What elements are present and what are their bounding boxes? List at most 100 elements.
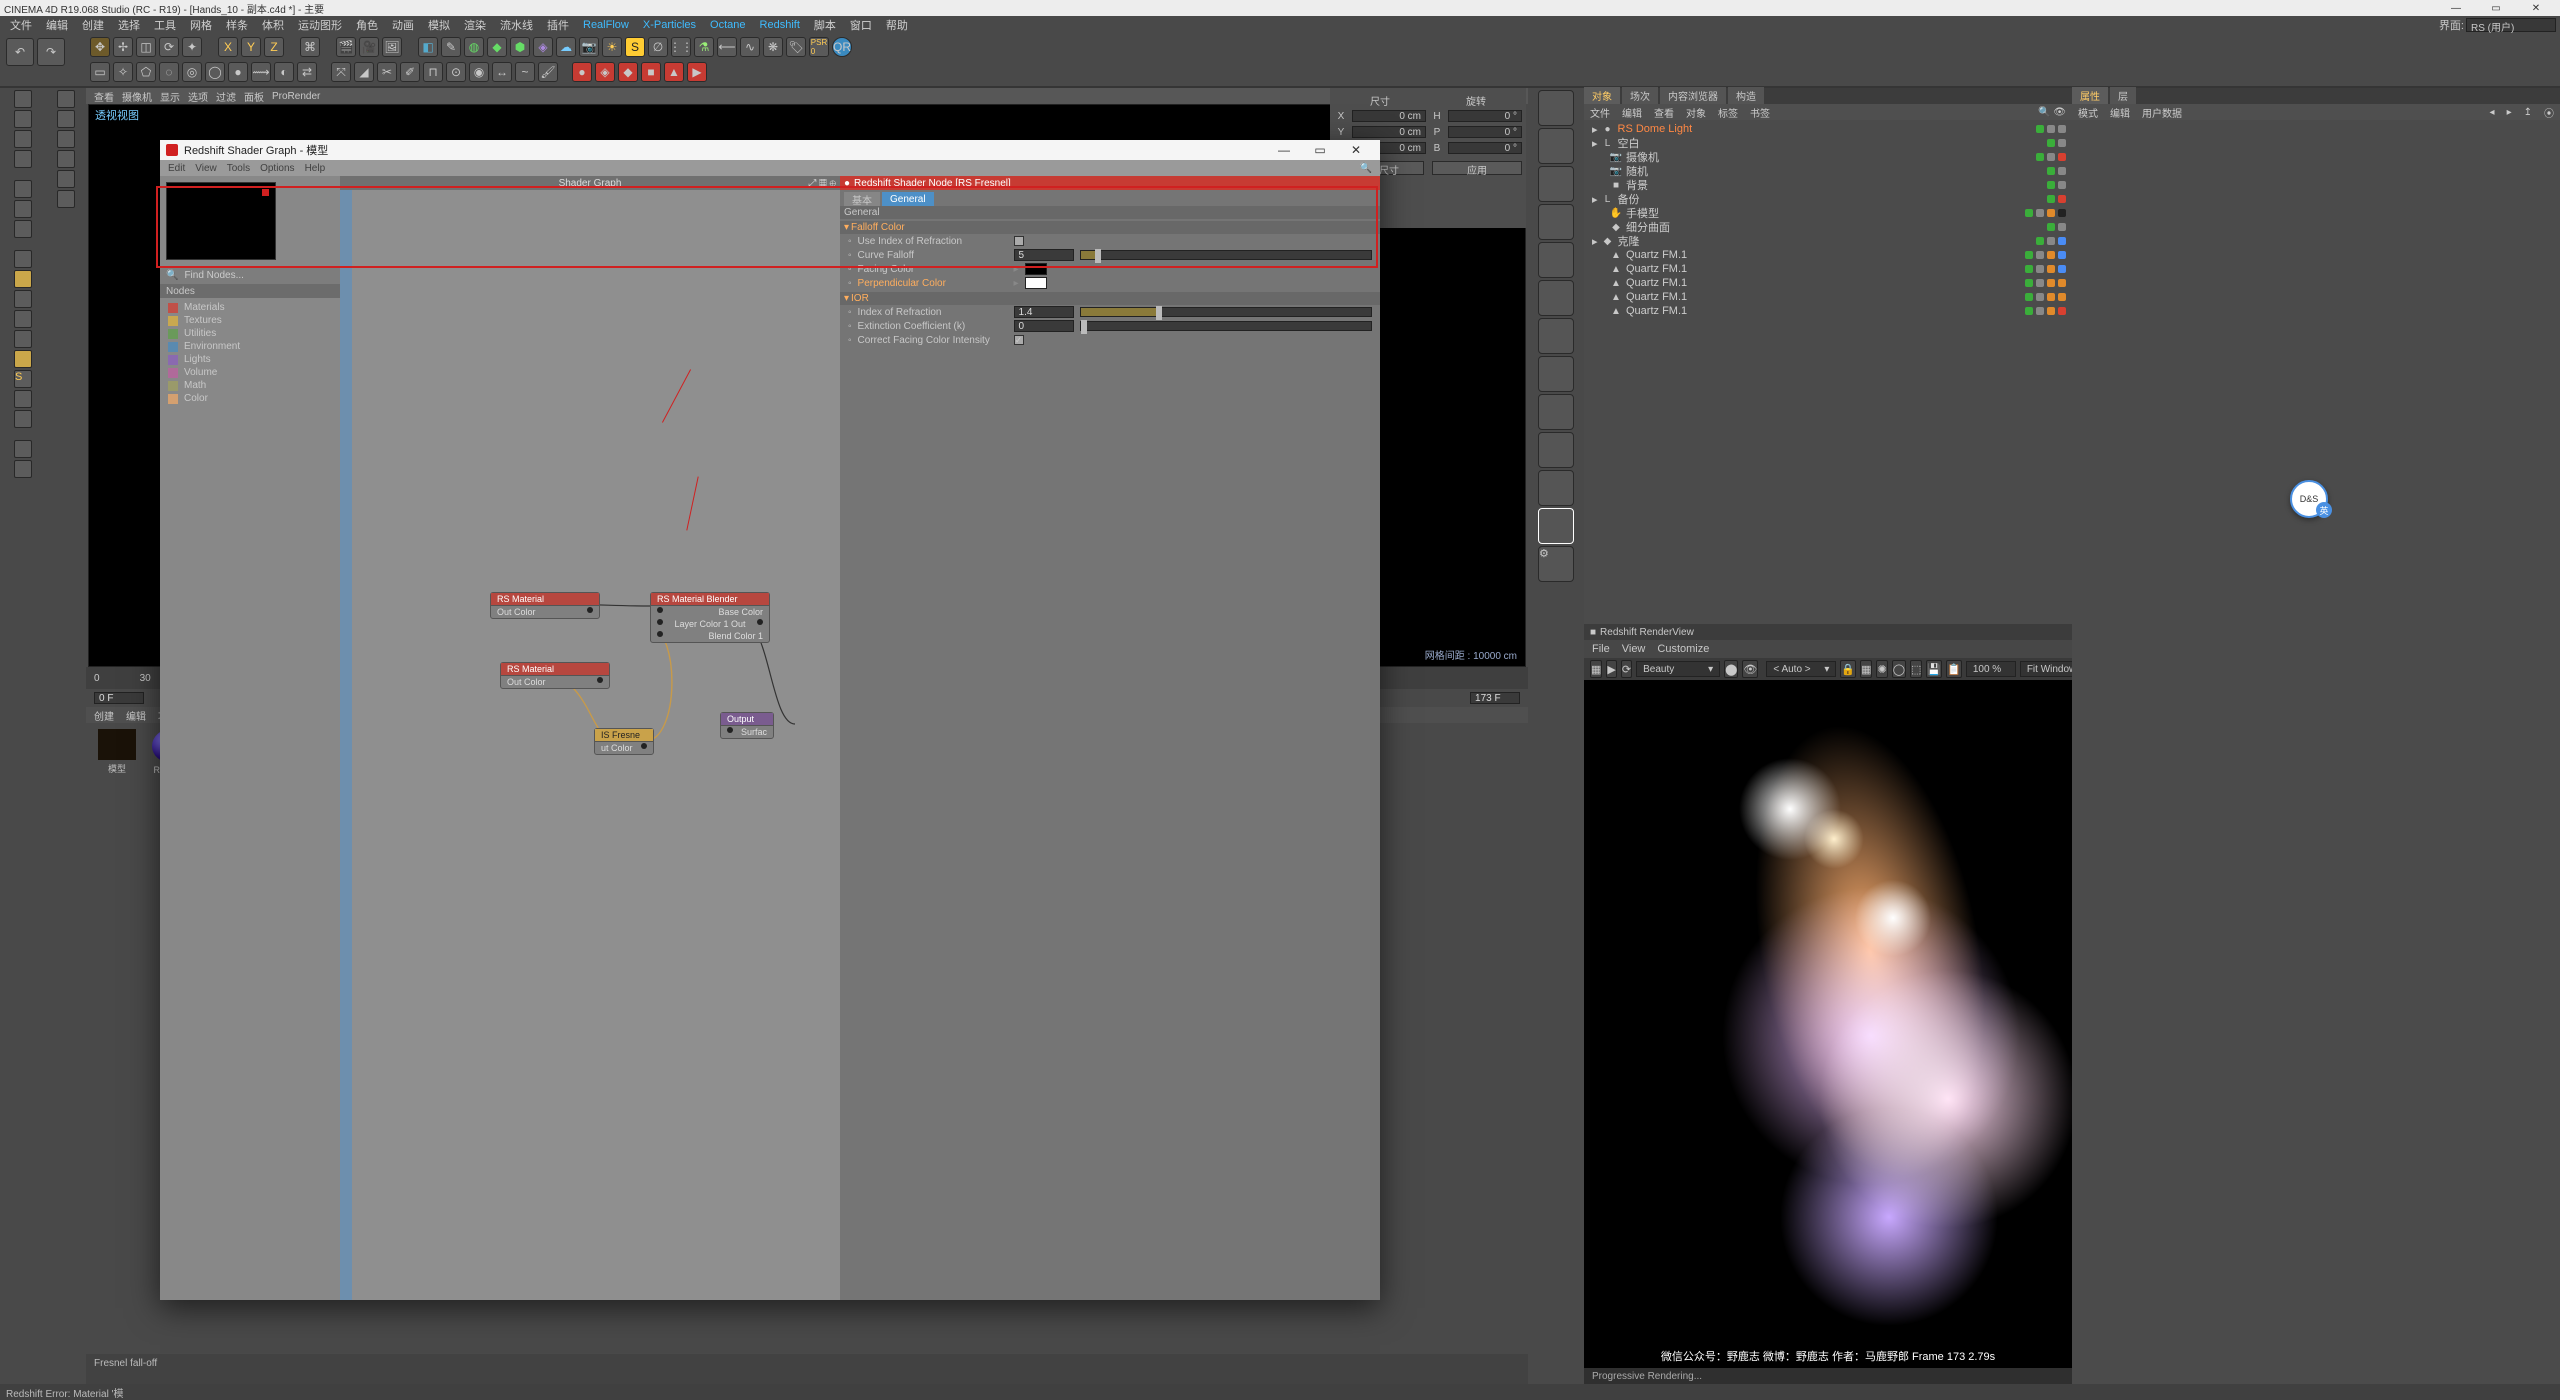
mat-tab-edit[interactable]: 编辑 <box>126 708 146 723</box>
tag-icon[interactable]: 🏷 <box>786 37 806 57</box>
tab-content[interactable]: 内容浏览器 <box>1660 87 1726 104</box>
curve-falloff-slider[interactable] <box>1080 250 1372 260</box>
edge-mode-icon[interactable] <box>14 200 32 218</box>
object-row[interactable]: ▲Quartz FM.1 <box>1584 262 2072 276</box>
ior-slider[interactable] <box>1080 307 1372 317</box>
menu-character[interactable]: 角色 <box>350 17 384 33</box>
recent-tool-icon[interactable]: ✦ <box>182 37 202 57</box>
maximize-button[interactable]: ▭ <box>2476 3 2516 14</box>
psr-icon[interactable]: PSR0 <box>809 37 829 57</box>
attr-nav-fwd-icon[interactable]: ▸ <box>2507 107 2512 118</box>
joint-icon[interactable]: ⟵ <box>717 37 737 57</box>
enable-snap-icon[interactable] <box>57 190 75 208</box>
node-category[interactable]: Lights <box>168 354 332 365</box>
sel-phong-icon[interactable]: ◐ <box>274 62 294 82</box>
layout-selector[interactable]: RS (用户) <box>2466 18 2556 32</box>
rv-lock-icon[interactable]: 👁 <box>1742 660 1758 678</box>
section-falloff-color[interactable]: ▾ Falloff Color <box>840 221 1380 234</box>
palette-settings-icon[interactable]: ⚙ <box>1538 546 1574 582</box>
rv-zoom-field[interactable]: 100 % <box>1966 661 2016 677</box>
object-row[interactable]: ■背景 <box>1584 178 2072 192</box>
coord-x-rot[interactable]: 0 ° <box>1448 110 1522 122</box>
cloner-icon[interactable]: ⋮⋮ <box>671 37 691 57</box>
shader-graph-canvas[interactable]: Shader Graph⤢ ▦ ⊕ RS Material Out Color … <box>340 176 840 1300</box>
menu-realflow[interactable]: RealFlow <box>577 19 635 31</box>
sel-poly-icon[interactable]: ⬠ <box>136 62 156 82</box>
vp-menu-camera[interactable]: 摄像机 <box>122 89 152 104</box>
array-icon[interactable]: ⬢ <box>510 37 530 57</box>
facing-color-swatch[interactable] <box>1025 263 1047 275</box>
locked-icon[interactable] <box>14 350 32 368</box>
node-category[interactable]: Volume <box>168 367 332 378</box>
scale-icon[interactable]: ◫ <box>136 37 156 57</box>
extrude-tool-icon[interactable]: ⤧ <box>331 62 351 82</box>
reset-icon[interactable]: QR <box>832 37 852 57</box>
redo-icon[interactable]: ↷ <box>37 38 65 66</box>
rv-aov-select[interactable]: Beauty▾ <box>1636 661 1720 677</box>
slide-icon[interactable]: ↔ <box>492 62 512 82</box>
shader-search-icon[interactable]: 🔍 <box>1360 163 1372 174</box>
object-row[interactable]: ▸◆克隆 <box>1584 234 2072 248</box>
node-category[interactable]: Textures <box>168 315 332 326</box>
model-mode-icon[interactable] <box>14 90 32 108</box>
palette-icon[interactable] <box>1538 280 1574 316</box>
tweak-mode-icon[interactable] <box>14 270 32 288</box>
rv-lock2-icon[interactable]: 🔒 <box>1840 660 1856 678</box>
menu-redshift[interactable]: Redshift <box>754 19 806 31</box>
rv-menu-customize[interactable]: Customize <box>1657 643 1709 655</box>
convert-icon[interactable]: ⇄ <box>297 62 317 82</box>
shader-max-button[interactable]: ▭ <box>1302 143 1338 157</box>
rv-save-icon[interactable]: 💾 <box>1926 660 1942 678</box>
quantize-icon[interactable] <box>14 310 32 328</box>
vp-menu-prorender[interactable]: ProRender <box>272 91 320 102</box>
close-button[interactable]: ✕ <box>2516 3 2556 14</box>
inspector-tab-general[interactable]: General <box>882 192 934 206</box>
object-row[interactable]: ▲Quartz FM.1 <box>1584 248 2072 262</box>
extrude-icon[interactable]: ◆ <box>487 37 507 57</box>
axis-x-icon[interactable]: X <box>218 37 238 57</box>
menu-render[interactable]: 渲染 <box>458 17 492 33</box>
bridge-icon[interactable]: ⊓ <box>423 62 443 82</box>
perpendicular-color-swatch[interactable] <box>1025 277 1047 289</box>
renderview-image[interactable]: 微信公众号：野鹿志 微博：野鹿志 作者：马鹿野郎 Frame 173 2.79s <box>1584 680 2072 1368</box>
vp-menu-options[interactable]: 选项 <box>188 89 208 104</box>
object-row[interactable]: ▸L空白 <box>1584 136 2072 150</box>
objmenu-view[interactable]: 查看 <box>1654 105 1674 120</box>
ime-indicator[interactable]: D&S 英 <box>2290 480 2328 518</box>
sel-free-icon[interactable]: ✧ <box>113 62 133 82</box>
enable-axis-icon[interactable] <box>57 170 75 188</box>
curve-falloff-field[interactable]: 5 <box>1014 249 1074 261</box>
viewport-solo-icon[interactable] <box>14 390 32 408</box>
rotate-icon[interactable]: ⟳ <box>159 37 179 57</box>
sel-fill-icon[interactable]: ● <box>228 62 248 82</box>
menu-mograph[interactable]: 运动图形 <box>292 17 348 33</box>
dynamics-icon[interactable]: ∿ <box>740 37 760 57</box>
material-slot[interactable]: 模型 <box>94 729 140 775</box>
extinction-slider[interactable] <box>1080 321 1372 331</box>
vp-menu-filter[interactable]: 过滤 <box>216 89 236 104</box>
palette-icon[interactable] <box>1538 90 1574 126</box>
object-row[interactable]: 📷摄像机 <box>1584 150 2072 164</box>
workplane-mode-icon[interactable] <box>14 150 32 168</box>
move-tool-icon[interactable] <box>57 110 75 128</box>
attr-nav-up-icon[interactable]: ↥ <box>2524 107 2532 118</box>
render-view-icon[interactable]: 🎬 <box>336 37 356 57</box>
object-row[interactable]: ▲Quartz FM.1 <box>1584 304 2072 318</box>
rv-snapshot-icon[interactable]: ⬤ <box>1724 660 1738 678</box>
node-rs-material-1[interactable]: RS Material Out Color <box>490 592 600 619</box>
axis-mode-icon[interactable] <box>14 250 32 268</box>
menu-create[interactable]: 创建 <box>76 17 110 33</box>
timeline-end-field[interactable]: 173 F <box>1470 692 1520 704</box>
rv-bucket-select[interactable]: < Auto >▾ <box>1766 661 1836 677</box>
shader-window-titlebar[interactable]: Redshift Shader Graph - 模型 — ▭ ✕ <box>160 140 1380 160</box>
object-row[interactable]: ▲Quartz FM.1 <box>1584 290 2072 304</box>
node-category[interactable]: Utilities <box>168 328 332 339</box>
attrmenu-mode[interactable]: 模式 <box>2078 105 2098 120</box>
minimize-button[interactable]: — <box>2436 3 2476 14</box>
object-mode-icon[interactable] <box>14 110 32 128</box>
shader-close-button[interactable]: ✕ <box>1338 143 1374 157</box>
menu-window[interactable]: 窗口 <box>844 17 878 33</box>
sel-loop-icon[interactable]: ◌ <box>159 62 179 82</box>
key-pla-icon[interactable]: ▶ <box>687 62 707 82</box>
palette-icon[interactable] <box>1538 356 1574 392</box>
